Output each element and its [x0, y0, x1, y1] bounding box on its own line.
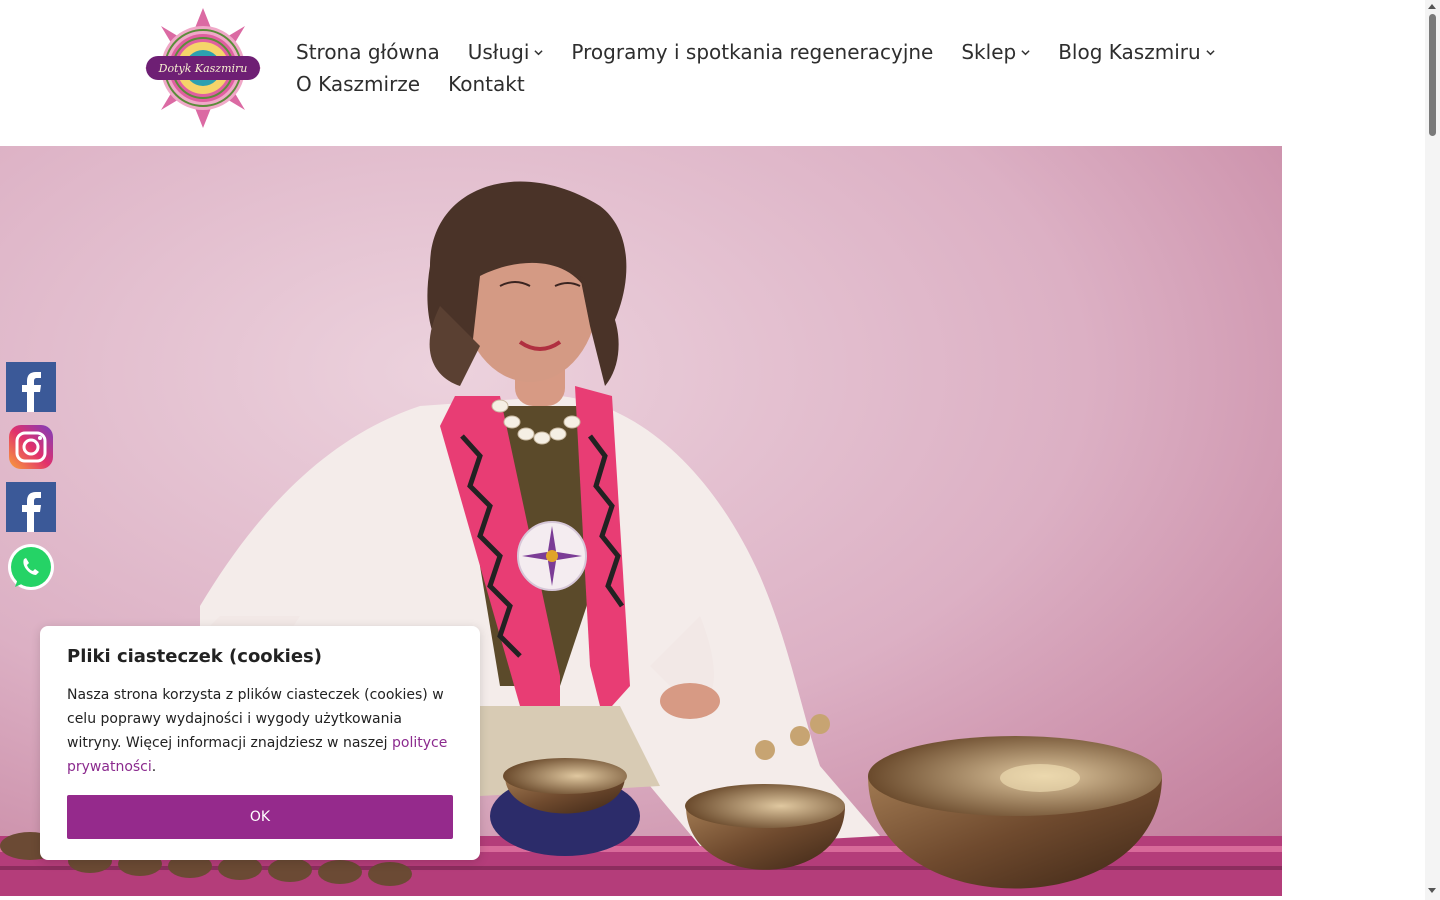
scroll-up-arrow-icon[interactable] [1428, 4, 1436, 9]
facebook-icon[interactable] [6, 362, 56, 412]
cookie-consent-dialog: Pliki ciasteczek (cookies) Nasza strona … [40, 626, 480, 860]
cookie-title: Pliki ciasteczek (cookies) [67, 646, 322, 667]
nav-item-home[interactable]: Strona główna [296, 40, 440, 64]
nav-item-programs[interactable]: Programy i spotkania regeneracyjne [571, 40, 933, 64]
page-scrollbar[interactable] [1425, 0, 1440, 900]
scroll-down-arrow-icon[interactable] [1428, 888, 1436, 893]
cookie-text: Nasza strona korzysta z plików ciastecze… [67, 687, 444, 751]
chevron-down-icon [1021, 49, 1030, 55]
nav-item-services[interactable]: Usługi [468, 40, 544, 64]
logo-mandala[interactable]: Dotyk Kaszmiru [144, 6, 262, 130]
site-header: Dotyk Kaszmiru Strona główna Usługi Prog… [0, 0, 1282, 146]
facebook-icon[interactable] [6, 482, 56, 532]
main-nav: Strona główna Usługi Programy i spotkani… [296, 36, 1256, 100]
scroll-thumb[interactable] [1429, 14, 1436, 136]
logo-text: Dotyk Kaszmiru [158, 62, 248, 75]
chevron-down-icon [534, 49, 544, 55]
instagram-icon[interactable] [6, 422, 56, 472]
nav-item-blog[interactable]: Blog Kaszmiru [1058, 40, 1215, 64]
cookie-text-end: . [151, 759, 157, 775]
nav-item-about[interactable]: O Kaszmirze [296, 72, 420, 96]
cookie-text-block: Nasza strona korzysta z plików ciastecze… [67, 683, 459, 779]
chevron-down-icon [1206, 49, 1215, 55]
nav-row-2: O Kaszmirze Kontakt [296, 68, 1256, 100]
whatsapp-icon[interactable] [6, 542, 56, 592]
cookie-ok-button[interactable]: OK [67, 795, 453, 839]
nav-item-contact[interactable]: Kontakt [448, 72, 525, 96]
nav-item-shop[interactable]: Sklep [961, 40, 1030, 64]
nav-row-1: Strona główna Usługi Programy i spotkani… [296, 36, 1256, 68]
